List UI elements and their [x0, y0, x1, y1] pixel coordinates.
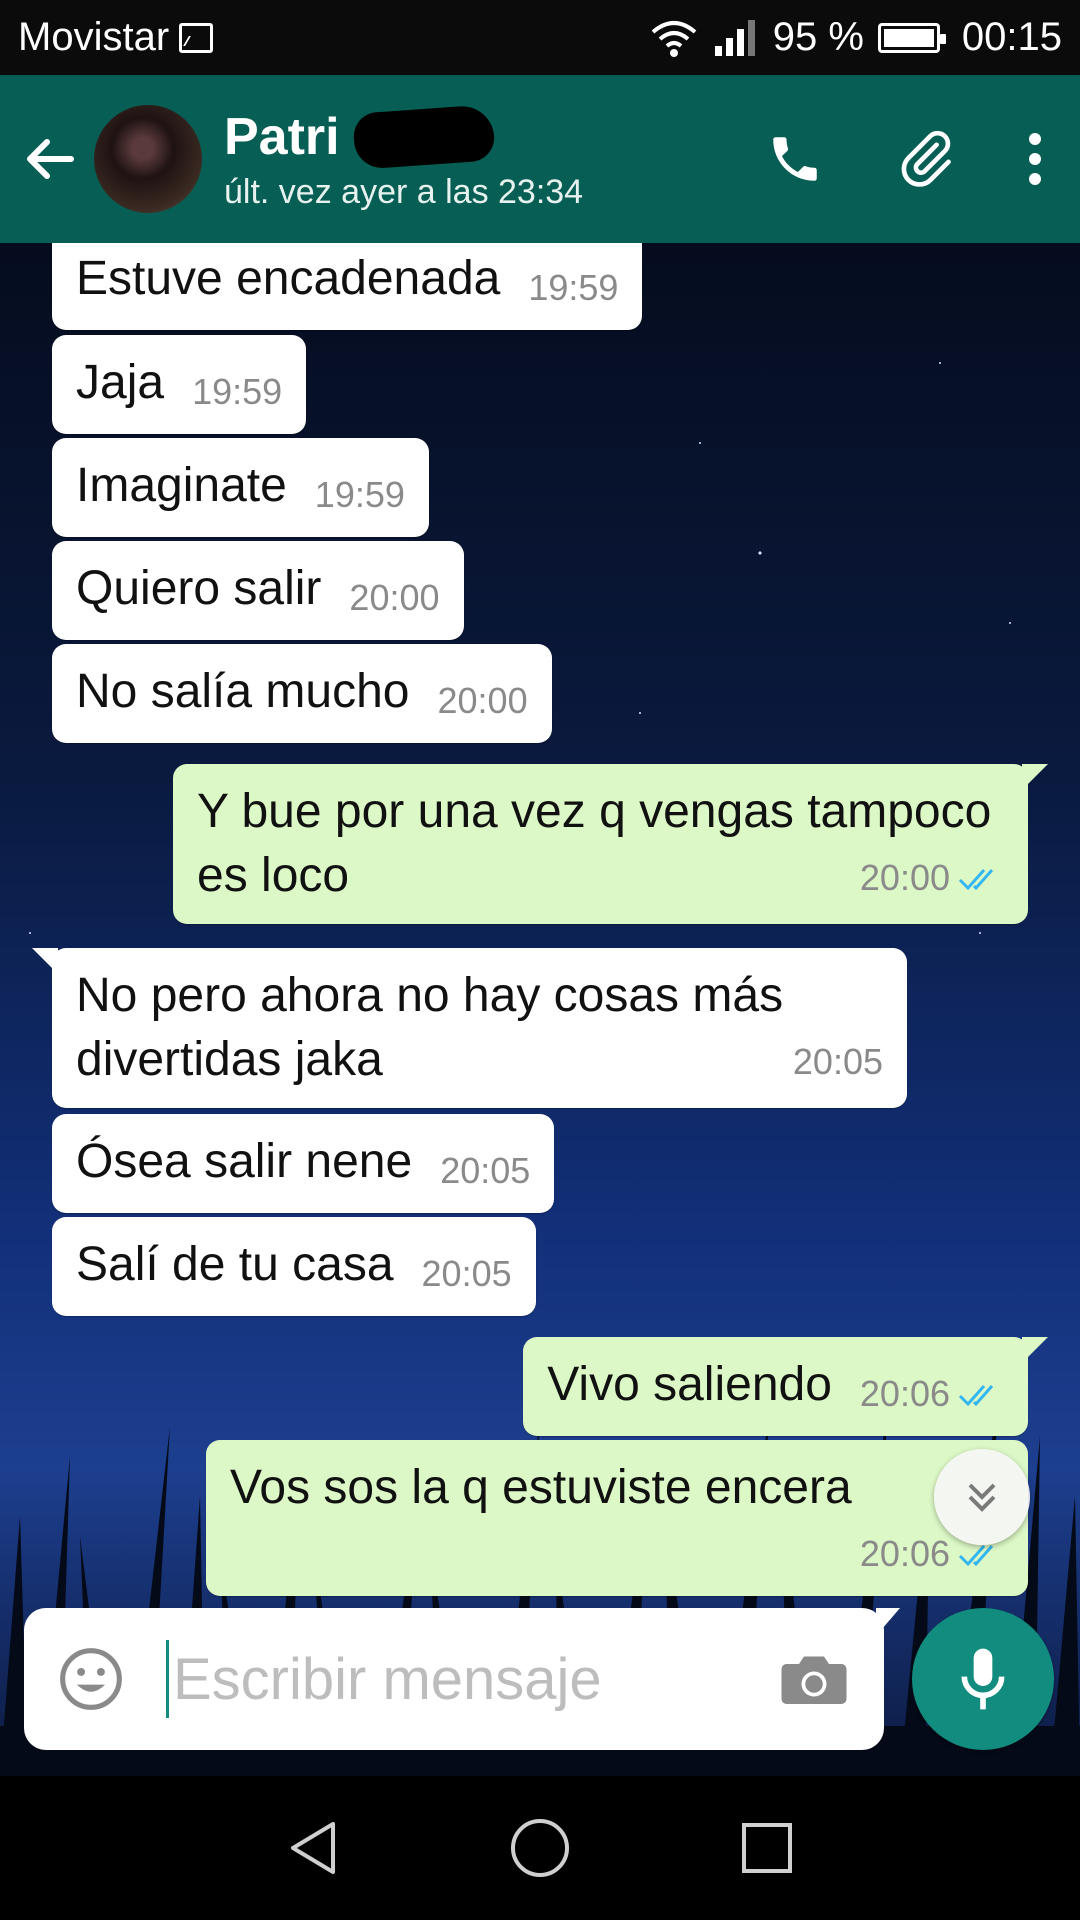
message-input[interactable] [173, 1645, 733, 1713]
back-button[interactable] [10, 109, 90, 209]
message-text: No salía mucho [76, 665, 410, 718]
message-time: 20:05 [421, 1253, 512, 1294]
read-ticks-icon [958, 869, 994, 891]
read-ticks-icon [958, 1385, 994, 1407]
camera-button[interactable] [774, 1639, 854, 1719]
circle-home-icon [510, 1819, 569, 1877]
contact-name: Patri [224, 107, 340, 166]
message-time: 19:59 [528, 267, 619, 308]
message-time: 20:00 [349, 577, 440, 618]
message-incoming[interactable]: Salí de tu casa 20:05 [52, 1217, 536, 1316]
nav-recents-button[interactable] [722, 1803, 812, 1893]
contact-name-row: Patri [224, 103, 583, 170]
message-time: 19:59 [314, 474, 405, 515]
message-incoming[interactable]: Quiero salir 20:00 [52, 541, 464, 640]
message-text: Ósea salir nene [76, 1135, 413, 1188]
message-time: 20:00 [437, 680, 528, 721]
header-actions [730, 109, 1080, 209]
message-text: Jaja [76, 356, 165, 409]
signal-icon [714, 19, 755, 56]
emoji-icon [60, 1648, 122, 1710]
more-vert-icon [1029, 133, 1041, 185]
message-outgoing[interactable]: Vivo saliendo 20:06 [523, 1337, 1048, 1436]
message-time: 20:06 [860, 1373, 1004, 1414]
read-ticks-icon [958, 1545, 994, 1567]
status-right: 95 % 00:15 [649, 15, 1062, 60]
message-time: 20:05 [792, 1041, 883, 1082]
message-time-value: 20:06 [859, 1533, 950, 1574]
more-options-button[interactable] [990, 109, 1080, 209]
message-time: 20:00 [860, 846, 1004, 910]
text-cursor [166, 1640, 169, 1718]
redaction-scribble [351, 103, 496, 170]
message-text: Estuve encadenada [76, 252, 501, 305]
double-chevron-down-icon [968, 1483, 996, 1512]
message-outgoing[interactable]: Y bue por una vez q vengas tampoco es lo… [173, 764, 1048, 924]
attach-button[interactable] [860, 109, 990, 209]
message-text: Vos sos la q estuviste encera [230, 1461, 852, 1514]
whatsapp-chat-screen: Movistar 95 % 00:15 Patri últ. vez ayer … [0, 0, 1080, 1920]
message-incoming[interactable]: Estuve encadenada 19:59 [52, 243, 643, 330]
contact-avatar[interactable] [94, 105, 202, 213]
status-bar: Movistar 95 % 00:15 [0, 0, 1080, 75]
voice-note-button[interactable] [912, 1608, 1054, 1750]
back-arrow-icon [27, 139, 74, 179]
nav-home-button[interactable] [495, 1803, 585, 1893]
triangle-back-icon [291, 1822, 336, 1874]
message-text: Vivo saliendo [547, 1358, 832, 1411]
last-seen-text: últ. vez ayer a las 23:34 [224, 172, 584, 211]
message-outgoing[interactable]: Vos sos la q estuviste encera 20:06 [206, 1440, 1028, 1596]
system-nav-bar [0, 1776, 1080, 1920]
clock: 00:15 [961, 15, 1062, 59]
phone-icon [773, 137, 817, 181]
mic-icon [961, 1648, 1005, 1710]
square-recents-icon [741, 1823, 792, 1873]
paperclip-icon [901, 130, 951, 187]
chat-header: Patri últ. vez ayer a las 23:34 [0, 75, 1080, 243]
contact-info[interactable]: Patri últ. vez ayer a las 23:34 [224, 103, 584, 212]
message-time: 20:05 [440, 1150, 531, 1191]
message-time: 19:59 [192, 371, 283, 412]
message-incoming[interactable]: Imaginate 19:59 [52, 438, 429, 537]
message-incoming[interactable]: No salía mucho 20:00 [52, 644, 552, 743]
scroll-to-bottom-button[interactable] [934, 1449, 1030, 1545]
message-time-value: 20:00 [859, 857, 950, 898]
message-text: No pero ahora no hay cosas más divertida… [76, 969, 784, 1086]
call-button[interactable] [730, 109, 860, 209]
battery-icon [877, 22, 946, 53]
wifi-icon [651, 20, 697, 57]
message-text: Imaginate [76, 459, 287, 512]
message-time-value: 20:06 [859, 1373, 950, 1414]
nav-back-button[interactable] [268, 1803, 358, 1893]
chat-area[interactable]: Estuve encadenada 19:59 Jaja 19:59 Imagina… [0, 243, 1080, 1776]
emoji-button[interactable] [54, 1642, 128, 1716]
message-text: Salí de tu casa [76, 1238, 394, 1291]
carrier-name: Movistar [18, 15, 170, 59]
image-icon [179, 22, 214, 53]
message-composer [24, 1608, 900, 1750]
carrier-group: Movistar [18, 15, 214, 60]
message-incoming[interactable]: Ósea salir nene 20:05 [52, 1114, 555, 1213]
battery-percent: 95 % [772, 15, 864, 59]
message-incoming[interactable]: No pero ahora no hay cosas más divertida… [32, 948, 907, 1108]
message-incoming[interactable]: Jaja 19:59 [52, 335, 307, 434]
message-text: Quiero salir [76, 562, 322, 615]
camera-icon [781, 1656, 847, 1704]
